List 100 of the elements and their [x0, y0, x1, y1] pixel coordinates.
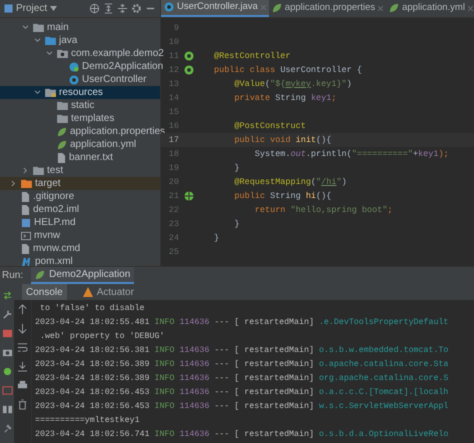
- log-pid: 114636: [179, 317, 210, 329]
- settings-icon[interactable]: [131, 3, 142, 14]
- tree-item-label: main: [47, 21, 69, 34]
- tree-item[interactable]: HELP.md: [0, 216, 160, 229]
- console-line: ==========ymltestkey1: [35, 415, 140, 427]
- folder-icon: [33, 23, 44, 32]
- tree-item[interactable]: resources: [0, 86, 160, 99]
- tree-item[interactable]: .gitignore: [0, 190, 160, 203]
- log-separator: --- [: [214, 387, 240, 399]
- actuator-icon: [82, 287, 93, 297]
- code-line: }: [233, 218, 240, 230]
- tree-item[interactable]: java: [0, 34, 160, 47]
- code-line: private String key1;: [233, 92, 336, 104]
- target-icon[interactable]: [89, 3, 100, 14]
- rerun-icon[interactable]: [2, 290, 12, 301]
- log-separator: --- [: [214, 345, 240, 357]
- line-number: 24: [168, 232, 180, 244]
- code-line: @RestController: [214, 50, 291, 62]
- scroll-end-icon[interactable]: [17, 361, 28, 372]
- chevron-down-icon[interactable]: [22, 25, 28, 30]
- log-thread: restartedMain]: [244, 373, 314, 385]
- tree-item[interactable]: mvnw.cmd: [0, 242, 160, 255]
- maven-icon: [21, 257, 32, 266]
- tree-item[interactable]: banner.txt: [0, 151, 160, 164]
- tree-item[interactable]: test: [0, 164, 160, 177]
- tab-label: application.yml: [402, 0, 465, 15]
- code-line: @PostConstruct: [233, 120, 306, 132]
- tree-item-label: mvnw: [34, 229, 60, 242]
- camera-icon[interactable]: [2, 347, 12, 358]
- log-pid: 114636: [179, 373, 210, 385]
- log-pid: 114636: [179, 345, 210, 357]
- log-thread: restartedMain]: [244, 387, 314, 399]
- folder-icon: [57, 101, 68, 110]
- console-line: .web' property to 'DEBUG': [38, 331, 164, 343]
- layout-icon[interactable]: [2, 404, 12, 415]
- chevron-down-icon[interactable]: [34, 90, 40, 95]
- log-separator: --- [: [214, 429, 240, 441]
- log-logger: o.s.b.d.a.OptionalLiveRelo: [318, 429, 448, 441]
- editor-tab[interactable]: application.yml: [386, 0, 474, 17]
- log-separator: --- [: [214, 359, 240, 371]
- tab-label: application.properties: [284, 0, 376, 15]
- line-number: 23: [168, 218, 180, 230]
- line-number: 14: [168, 92, 180, 104]
- line-number: 20: [168, 176, 180, 188]
- wrench-icon[interactable]: [2, 309, 12, 320]
- tree-item-label: target: [35, 177, 61, 190]
- log-pid: 114636: [179, 429, 210, 441]
- run-label: Run:: [2, 269, 24, 283]
- tree-item[interactable]: templates: [0, 112, 160, 125]
- code-line: }: [214, 232, 220, 244]
- log-level: INFO: [154, 345, 174, 357]
- tree-item[interactable]: pom.xml: [0, 255, 160, 266]
- close-icon[interactable]: [378, 6, 384, 10]
- chevron-right-icon[interactable]: [22, 167, 28, 174]
- log-level: INFO: [154, 387, 174, 399]
- print-icon[interactable]: [17, 380, 28, 391]
- console-tab[interactable]: Console: [22, 284, 67, 300]
- class-icon: [164, 2, 174, 12]
- tree-item[interactable]: application.yml: [0, 138, 160, 151]
- tree-item[interactable]: main: [0, 21, 160, 34]
- collapse-icon[interactable]: [117, 3, 128, 14]
- arrow-down-icon[interactable]: [17, 323, 28, 334]
- line-number: 9: [172, 22, 180, 34]
- expand-icon[interactable]: [103, 3, 114, 14]
- log-level: INFO: [154, 429, 174, 441]
- log-timestamp: 2023-04-24 18:02:56.741: [35, 429, 150, 441]
- panel-title[interactable]: Project: [16, 1, 48, 16]
- dropdown-icon[interactable]: [50, 6, 58, 11]
- code-line: public String hi(){: [233, 190, 332, 202]
- code-line: public class UserController {: [214, 64, 362, 76]
- arrow-up-icon[interactable]: [17, 304, 28, 315]
- debug-icon[interactable]: [2, 366, 12, 377]
- tree-item[interactable]: static: [0, 99, 160, 112]
- close-icon[interactable]: [468, 6, 473, 10]
- chevron-down-icon[interactable]: [46, 51, 52, 56]
- log-timestamp: 2023-04-24 18:02:56.453: [35, 401, 150, 413]
- line-number: 12: [168, 64, 180, 76]
- trash-icon[interactable]: [17, 399, 28, 410]
- tree-item[interactable]: UserController: [0, 73, 160, 86]
- tree-item-label: templates: [71, 112, 114, 125]
- console-tab[interactable]: Actuator: [78, 284, 138, 300]
- tree-item-label: UserController: [82, 73, 146, 86]
- log-logger: org.apache.catalina.core.S: [318, 373, 448, 385]
- globe-icon[interactable]: [184, 191, 194, 201]
- code-line: System.out.println("=========="+key1);: [254, 148, 449, 160]
- chevron-down-icon[interactable]: [34, 38, 40, 43]
- tree-item-label: static: [71, 99, 94, 112]
- tree-item[interactable]: demo2.iml: [0, 203, 160, 216]
- stop-icon[interactable]: [2, 328, 12, 339]
- code-line: @Value("${mykey.key1}"): [233, 78, 352, 90]
- tree-item[interactable]: mvnw: [0, 229, 160, 242]
- folder-icon: [45, 36, 56, 45]
- editor-tab[interactable]: application.properties: [268, 0, 386, 17]
- log-thread: restartedMain]: [244, 429, 314, 441]
- folder-icon: [45, 88, 56, 97]
- wrap-icon[interactable]: [17, 342, 28, 353]
- editor-tab[interactable]: UserController.java: [161, 0, 269, 17]
- tree-item[interactable]: target: [0, 177, 160, 190]
- run-config-tab[interactable]: Demo2Application: [31, 267, 134, 284]
- chevron-right-icon[interactable]: [10, 180, 16, 187]
